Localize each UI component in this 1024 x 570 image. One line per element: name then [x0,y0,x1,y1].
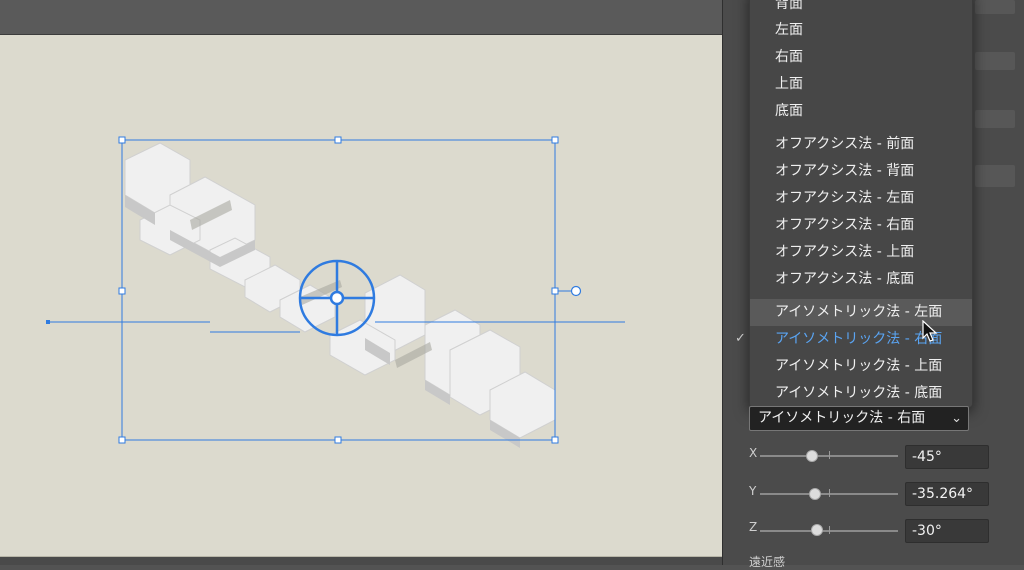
y-slider-center-tick [829,489,830,497]
x-rotation-slider-knob[interactable] [806,450,818,462]
panel-field-ghost [975,110,1015,128]
z-axis-label: Z [749,520,758,534]
z-rotation-input[interactable]: -30° [905,519,989,543]
mouse-cursor-icon [922,320,938,342]
menu-item-back[interactable]: 背面 [750,0,972,18]
panel-field-ghost [975,52,1015,70]
position-preset-menu: 背面 左面 右面 上面 底面 オフアクシス法 - 前面 オフアクシス法 - 背面… [749,0,973,408]
x-axis-label: X [749,446,758,460]
menu-item-isometric-right[interactable]: アイソメトリック法 - 右面 [750,326,972,353]
z-rotation-slider-knob[interactable] [811,524,823,536]
resize-handle-right [551,287,559,295]
y-rotation-input[interactable]: -35.264° [905,482,989,506]
canvas-drawing [46,136,625,448]
menu-item-isometric-left[interactable]: アイソメトリック法 - 左面 [750,299,972,326]
resize-handle-bottom-left [118,436,126,444]
menu-item-isometric-top[interactable]: アイソメトリック法 - 上面 [750,353,972,380]
menu-item-top[interactable]: 上面 [750,71,972,98]
x-slider-center-tick [829,451,830,459]
menu-item-bottom[interactable]: 底面 [750,98,972,125]
canvas-bottom-strip [0,557,722,565]
y-rotation-slider-knob[interactable] [809,488,821,500]
menu-item-offaxis-left[interactable]: オフアクシス法 - 左面 [750,185,972,212]
selected-checkmark-icon: ✓ [735,331,746,346]
panel-field-ghost [975,165,1015,187]
chevron-down-icon: ⌄ [951,411,962,426]
perspective-label: 遠近感 [749,555,786,569]
rotate-handle [570,285,582,297]
y-axis-label: Y [749,484,757,498]
resize-handle-top-left [118,136,126,144]
menu-item-offaxis-right[interactable]: オフアクシス法 - 右面 [750,212,972,239]
z-slider-center-tick [829,526,830,534]
menu-item-offaxis-front[interactable]: オフアクシス法 - 前面 [750,131,972,158]
menu-item-offaxis-top[interactable]: オフアクシス法 - 上面 [750,239,972,266]
menu-item-isometric-bottom[interactable]: アイソメトリック法 - 底面 [750,380,972,407]
3d-rotation-widget[interactable] [298,259,376,337]
top-bar [0,0,722,35]
resize-handle-top [334,136,342,144]
resize-handle-left [118,287,126,295]
menu-item-offaxis-bottom[interactable]: オフアクシス法 - 底面 [750,266,972,293]
x-rotation-input[interactable]: -45° [905,445,989,469]
position-preset-select[interactable]: アイソメトリック法 - 右面 ⌄ [749,406,969,431]
menu-item-left[interactable]: 左面 [750,17,972,44]
resize-handle-bottom [334,436,342,444]
panel-field-ghost [975,0,1015,14]
axis-guides [46,320,625,333]
resize-handle-top-right [551,136,559,144]
position-preset-value: アイソメトリック法 - 右面 [758,410,926,426]
menu-item-offaxis-back[interactable]: オフアクシス法 - 背面 [750,158,972,185]
resize-handle-bottom-right [551,436,559,444]
menu-item-right[interactable]: 右面 [750,44,972,71]
